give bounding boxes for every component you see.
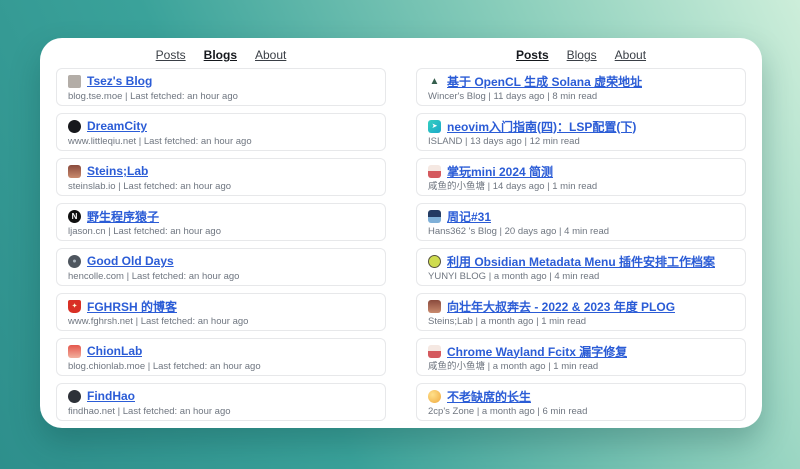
post-list-item: 向壮年大叔奔去 - 2022 & 2023 年度 PLOG Steins;Lab… — [416, 293, 746, 331]
favicon-icon — [68, 120, 81, 133]
post-meta: 2cp's Zone | a month ago | 6 min read — [428, 406, 734, 417]
blog-meta: findhao.net | Last fetched: an hour ago — [68, 406, 374, 417]
favicon-icon — [68, 75, 81, 88]
nav-posts-link[interactable]: Posts — [516, 48, 549, 62]
blog-list-item: ● Good Old Days hencolle.com | Last fetch… — [56, 248, 386, 286]
posts-panel-nav: Posts Blogs About — [416, 44, 746, 68]
app-window: Posts Blogs About Tsez's Blog blog.tse.m… — [40, 38, 762, 428]
favicon-icon: ▲ — [428, 75, 441, 88]
favicon-icon — [68, 165, 81, 178]
post-list-item: 周记#31 Hans362 's Blog | 20 days ago | 4 … — [416, 203, 746, 241]
post-link[interactable]: Chrome Wayland Fcitx 漏字修复 — [447, 343, 627, 360]
favicon-icon: ➤ — [428, 120, 441, 133]
post-meta: 咸鱼的小鱼塘 | 14 days ago | 1 min read — [428, 181, 734, 192]
blog-list-item: N 野生程序猿子 ljason.cn | Last fetched: an hou… — [56, 203, 386, 241]
blogs-panel: Posts Blogs About Tsez's Blog blog.tse.m… — [56, 44, 386, 428]
post-meta: Steins;Lab | a month ago | 1 min read — [428, 316, 734, 327]
blog-meta: steinslab.io | Last fetched: an hour ago — [68, 181, 374, 192]
post-list-item: ➤ neovim入门指南(四)：LSP配置(下) ISLAND | 13 days… — [416, 113, 746, 151]
blog-list-item: FindHao findhao.net | Last fetched: an h… — [56, 383, 386, 421]
post-link[interactable]: 利用 Obsidian Metadata Menu 插件安排工作档案 — [447, 253, 715, 270]
blog-link[interactable]: Good Old Days — [87, 254, 174, 268]
nav-about-link[interactable]: About — [615, 48, 646, 62]
blog-list-item: DreamCity www.littleqiu.net | Last fetch… — [56, 113, 386, 151]
post-meta: Hans362 's Blog | 20 days ago | 4 min re… — [428, 226, 734, 237]
post-meta: 咸鱼的小鱼塘 | a month ago | 1 min read — [428, 361, 734, 372]
post-list-item: 利用 Obsidian Metadata Menu 插件安排工作档案 YUNYI… — [416, 248, 746, 286]
blog-meta: www.fghrsh.net | Last fetched: an hour a… — [68, 316, 374, 327]
favicon-icon — [428, 390, 441, 403]
post-link[interactable]: neovim入门指南(四)：LSP配置(下) — [447, 118, 636, 135]
nav-posts-link[interactable]: Posts — [156, 48, 186, 62]
nav-blogs-link[interactable]: Blogs — [204, 48, 237, 62]
blog-link[interactable]: Steins;Lab — [87, 164, 148, 178]
posts-panel: Posts Blogs About ▲ 基于 OpenCL 生成 Solana 虚… — [416, 44, 746, 428]
post-link[interactable]: 掌玩mini 2024 简测 — [447, 163, 553, 180]
favicon-icon — [428, 255, 441, 268]
blog-meta: ljason.cn | Last fetched: an hour ago — [68, 226, 374, 237]
favicon-icon — [428, 210, 441, 223]
blog-list-item: Steins;Lab steinslab.io | Last fetched: … — [56, 158, 386, 196]
blog-list-item: Tsez's Blog blog.tse.moe | Last fetched:… — [56, 68, 386, 106]
blogs-panel-nav: Posts Blogs About — [56, 44, 386, 68]
nav-about-link[interactable]: About — [255, 48, 286, 62]
blog-link[interactable]: FGHRSH 的博客 — [87, 298, 177, 315]
post-meta: ISLAND | 13 days ago | 12 min read — [428, 136, 734, 147]
post-list-item: 不老缺席的长生 2cp's Zone | a month ago | 6 min… — [416, 383, 746, 421]
favicon-icon — [68, 390, 81, 403]
post-list-item: 掌玩mini 2024 简测 咸鱼的小鱼塘 | 14 days ago | 1 … — [416, 158, 746, 196]
blog-link[interactable]: FindHao — [87, 389, 135, 403]
post-link[interactable]: 不老缺席的长生 — [447, 388, 531, 405]
page-background: { "theme": { "background_teal": "#2e8f8c… — [0, 0, 800, 469]
blog-link[interactable]: DreamCity — [87, 119, 147, 133]
post-link[interactable]: 周记#31 — [447, 208, 491, 225]
blog-meta: blog.chionlab.moe | Last fetched: an hou… — [68, 361, 374, 372]
nav-blogs-link[interactable]: Blogs — [567, 48, 597, 62]
blog-meta: hencolle.com | Last fetched: an hour ago — [68, 271, 374, 282]
post-meta: YUNYI BLOG | a month ago | 4 min read — [428, 271, 734, 282]
blog-meta: www.littleqiu.net | Last fetched: an hou… — [68, 136, 374, 147]
favicon-icon — [428, 345, 441, 358]
blog-link[interactable]: Tsez's Blog — [87, 74, 152, 88]
favicon-icon: N — [68, 210, 81, 223]
blog-link[interactable]: ChionLab — [87, 344, 142, 358]
post-list-item: Chrome Wayland Fcitx 漏字修复 咸鱼的小鱼塘 | a mon… — [416, 338, 746, 376]
favicon-icon: ● — [68, 255, 81, 268]
post-link[interactable]: 向壮年大叔奔去 - 2022 & 2023 年度 PLOG — [447, 298, 675, 315]
blog-list-item: ✦ FGHRSH 的博客 www.fghrsh.net | Last fetche… — [56, 293, 386, 331]
blog-list-item: ChionLab blog.chionlab.moe | Last fetche… — [56, 338, 386, 376]
blog-link[interactable]: 野生程序猿子 — [87, 208, 159, 225]
favicon-icon — [68, 345, 81, 358]
post-meta: Wincer's Blog | 11 days ago | 8 min read — [428, 91, 734, 102]
favicon-icon — [428, 165, 441, 178]
favicon-icon: ✦ — [68, 300, 81, 313]
blog-meta: blog.tse.moe | Last fetched: an hour ago — [68, 91, 374, 102]
post-link[interactable]: 基于 OpenCL 生成 Solana 虚荣地址 — [447, 73, 642, 90]
favicon-icon — [428, 300, 441, 313]
post-list-item: ▲ 基于 OpenCL 生成 Solana 虚荣地址 Wincer's Blog … — [416, 68, 746, 106]
